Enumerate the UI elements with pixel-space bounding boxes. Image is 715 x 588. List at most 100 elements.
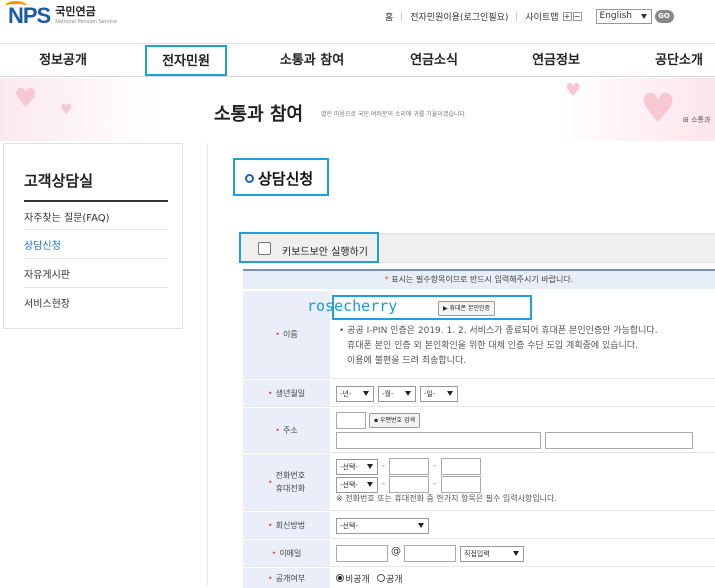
logo-name-kr: 국민연금 bbox=[55, 5, 96, 18]
logo-mark: NPS bbox=[5, 1, 51, 29]
ipin-notice-1-text: 공공 I-PIN 인증은 2019. 1. 2. 서비스가 종료되어 휴대폰 본… bbox=[347, 326, 658, 336]
phone-last-input[interactable] bbox=[441, 458, 481, 475]
zoom-out-button[interactable]: − bbox=[572, 12, 582, 21]
mobile-middle-input[interactable] bbox=[389, 476, 429, 493]
dash: - bbox=[382, 461, 385, 470]
language-select[interactable]: English bbox=[595, 9, 652, 24]
divider bbox=[24, 229, 168, 230]
zoom-in-button[interactable]: + bbox=[562, 12, 572, 21]
phone-verify-area: rosecherry ▶ 휴대폰 본인인증 bbox=[307, 295, 532, 320]
typed-user-text: rosecherry bbox=[307, 297, 398, 315]
section-subtitle: 열린 마음으로 국민 여러분의 소리에 귀를 기울이겠습니다. bbox=[321, 111, 467, 118]
bullet-ring-icon bbox=[245, 174, 254, 183]
phone-prefix-select[interactable]: -선택- bbox=[336, 459, 378, 475]
phone-middle-input[interactable] bbox=[389, 458, 429, 475]
util-divider bbox=[401, 12, 403, 21]
nav-about[interactable]: 공단소개 bbox=[630, 44, 715, 77]
email-label-text: 이메일 bbox=[279, 548, 302, 558]
nav-pension-news[interactable]: 연금소식 bbox=[384, 44, 484, 77]
logo-swoosh-icon bbox=[5, 1, 27, 11]
nav-communication[interactable]: 소통과 참여 bbox=[262, 44, 362, 77]
mobile-last-input[interactable] bbox=[441, 476, 481, 493]
reply-label-text: 회신방법 bbox=[275, 520, 306, 530]
ipin-notice-3: 이용에 불편을 드려 죄송합니다. bbox=[347, 356, 467, 366]
sidebar-item-service-site[interactable]: 서비스현장 bbox=[24, 295, 70, 310]
email-domain-input[interactable] bbox=[404, 545, 456, 562]
public-label-text: 공개여부 bbox=[275, 573, 306, 583]
heart-icon: ♥ bbox=[565, 80, 582, 101]
nps-logo[interactable]: NPS 국민연금 National Pension Service bbox=[5, 1, 118, 29]
keyboard-security-toggle[interactable]: 키보드보안 실행하기 bbox=[239, 232, 379, 263]
birth-label: • 생년월일 bbox=[243, 380, 330, 406]
form-row-address: • 주소 ▪ 우편번호 검색 bbox=[243, 408, 715, 453]
required-mark: • bbox=[267, 388, 273, 398]
address-label-text: 주소 bbox=[282, 425, 298, 435]
main-navigation: 정보공개 전자민원 소통과 참여 연금소식 연금정보 공단소개 bbox=[0, 44, 715, 77]
form-row-email: • 이메일 @ 직접입력 bbox=[243, 540, 715, 567]
language-go-button[interactable]: GO bbox=[654, 10, 674, 23]
keyboard-security-label: 키보드보안 실행하기 bbox=[282, 247, 368, 258]
required-mark: • bbox=[275, 425, 280, 435]
zipcode-search-button[interactable]: ▪ 우편번호 검색 bbox=[369, 413, 421, 428]
form-row-phone: • 전화번호 휴대전화 -선택- - - -선택- - - ※ 전화번호 또는 휴대… bbox=[243, 454, 715, 511]
dash: - bbox=[382, 479, 385, 488]
required-notice-text: 표시는 필수항목이므로 반드시 입력해주시기 바랍니다. bbox=[391, 275, 574, 284]
email-domain-select[interactable]: 직접입력 bbox=[460, 546, 524, 562]
email-id-input[interactable] bbox=[336, 545, 388, 562]
address-input-1[interactable] bbox=[336, 432, 541, 449]
phone-label: • 전화번호 휴대전화 bbox=[243, 454, 330, 510]
required-mark: * bbox=[384, 275, 389, 284]
required-mark: • bbox=[267, 520, 273, 530]
heart-icon: ♥ bbox=[14, 84, 38, 114]
top-header: NPS 국민연금 National Pension Service 홈 전자민원… bbox=[0, 0, 715, 44]
sidebar-item-free-board[interactable]: 자유게시판 bbox=[24, 266, 70, 281]
sidebar-item-consultation[interactable]: 상담신청 bbox=[24, 237, 61, 252]
required-mark: • bbox=[267, 477, 273, 487]
dash: - bbox=[433, 479, 436, 488]
form-row-public: • 공개여부 비공개 공개 bbox=[243, 568, 715, 588]
sub-visual-banner: ♥ ♥ ♥ ♥ 소통과 참여 열린 마음으로 국민 여러분의 소리에 귀를 기울… bbox=[0, 78, 715, 141]
mobile-label-text: 휴대전화 bbox=[275, 484, 306, 493]
dash: - bbox=[433, 461, 436, 470]
address-input-2[interactable] bbox=[545, 432, 693, 449]
birth-month-select[interactable]: -월- bbox=[378, 386, 416, 402]
sidebar: 고객상담실 자주찾는 질문(FAQ) 상담신청 자유게시판 서비스현장 bbox=[3, 143, 183, 329]
util-divider bbox=[516, 12, 518, 21]
birth-day-select[interactable]: -일- bbox=[420, 386, 458, 402]
phone-verify-button[interactable]: ▶ 휴대폰 본인인증 bbox=[438, 301, 496, 316]
page-title: 상담신청 bbox=[233, 158, 329, 196]
sidebar-item-faq[interactable]: 자주찾는 질문(FAQ) bbox=[24, 209, 110, 224]
required-mark: • bbox=[267, 573, 273, 583]
required-notice: * 표시는 필수항목이므로 반드시 입력해주시기 바랍니다. bbox=[243, 269, 715, 289]
public-radio[interactable] bbox=[377, 574, 385, 582]
mobile-prefix-select[interactable]: -선택- bbox=[336, 477, 378, 493]
required-mark: • bbox=[275, 330, 280, 339]
sitemap-link[interactable]: 사이트맵 bbox=[525, 10, 558, 23]
zipcode-search-label: 우편번호 검색 bbox=[379, 417, 416, 424]
sidebar-title-underline bbox=[24, 200, 168, 202]
private-radio-label: 비공개 bbox=[345, 575, 370, 585]
breadcrumb[interactable]: ⊞ 소통과 bbox=[683, 115, 710, 125]
birth-year-select[interactable]: -년- bbox=[336, 386, 374, 402]
home-link[interactable]: 홈 bbox=[385, 10, 393, 23]
ipin-notice-1: • 공공 I-PIN 인증은 2019. 1. 2. 서비스가 종료되어 휴대폰… bbox=[339, 326, 658, 336]
e-service-login-link[interactable]: 전자민원이용(로그인필요) bbox=[410, 10, 508, 23]
reply-method-select[interactable]: -선택- bbox=[336, 518, 429, 534]
utility-links: 홈 전자민원이용(로그인필요) 사이트맵 + − English GO bbox=[385, 9, 674, 24]
nav-info-disclosure[interactable]: 정보공개 bbox=[14, 44, 112, 77]
divider bbox=[24, 287, 168, 288]
birth-label-text: 생년월일 bbox=[275, 388, 306, 398]
nav-e-service[interactable]: 전자민원 bbox=[145, 45, 227, 76]
name-label-text: 이름 bbox=[282, 330, 298, 339]
zipcode-input[interactable] bbox=[336, 412, 366, 429]
public-radio-label: 공개 bbox=[386, 575, 403, 585]
sidebar-title: 고객상담실 bbox=[24, 172, 94, 190]
logo-name-en: National Pension Service bbox=[55, 19, 118, 25]
heart-icon: ♥ bbox=[60, 102, 73, 118]
phone-required-note: ※ 전화번호 또는 휴대전화 중 한가지 항목은 필수 입력사항입니다. bbox=[336, 494, 557, 503]
private-radio[interactable] bbox=[336, 574, 344, 582]
nav-pension-info[interactable]: 연금정보 bbox=[506, 44, 606, 77]
form-row-name: • 이름 rosecherry ▶ 휴대폰 본인인증 • 공공 I-PIN 인증은… bbox=[243, 291, 715, 379]
form-row-reply: • 회신방법 -선택- bbox=[243, 512, 715, 539]
keyboard-security-checkbox[interactable] bbox=[258, 242, 271, 255]
